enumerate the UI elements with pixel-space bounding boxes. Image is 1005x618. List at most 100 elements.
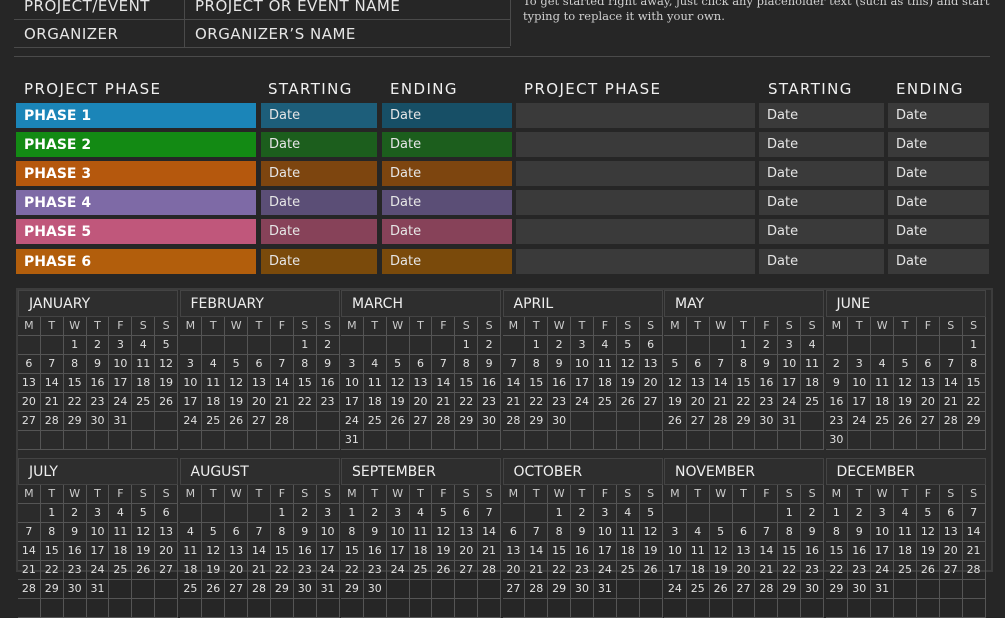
- calendar-day[interactable]: 21: [709, 393, 733, 412]
- calendar-day[interactable]: 12: [225, 374, 249, 393]
- calendar-day[interactable]: 9: [316, 355, 340, 374]
- calendar-day[interactable]: 14: [432, 374, 456, 393]
- calendar-day[interactable]: 29: [525, 412, 549, 431]
- calendar-day[interactable]: 5: [225, 355, 249, 374]
- calendar-day[interactable]: 8: [548, 523, 572, 542]
- calendar-day[interactable]: 20: [686, 393, 710, 412]
- calendar-day[interactable]: 26: [155, 393, 178, 412]
- phase-end-date-right[interactable]: Date: [888, 132, 989, 157]
- calendar-day[interactable]: 20: [455, 542, 479, 561]
- calendar-day[interactable]: 2: [86, 336, 110, 355]
- calendar-day[interactable]: 25: [202, 412, 226, 431]
- calendar-day[interactable]: 30: [86, 412, 110, 431]
- calendar-day[interactable]: 6: [248, 355, 271, 374]
- calendar-day[interactable]: 12: [202, 542, 226, 561]
- calendar-day[interactable]: 13: [686, 374, 710, 393]
- calendar-day[interactable]: 16: [825, 393, 849, 412]
- calendar-day[interactable]: 8: [962, 355, 986, 374]
- phase-start-date[interactable]: Date: [261, 249, 377, 274]
- calendar-day[interactable]: 30: [478, 412, 501, 431]
- calendar-day[interactable]: 21: [525, 561, 549, 580]
- calendar-day[interactable]: 6: [916, 355, 940, 374]
- calendar-day[interactable]: 22: [341, 561, 364, 580]
- calendar-day[interactable]: 15: [341, 542, 364, 561]
- calendar-day[interactable]: 11: [616, 523, 640, 542]
- calendar-day[interactable]: 15: [548, 542, 572, 561]
- phase-start-date-right[interactable]: Date: [759, 219, 884, 244]
- calendar-day[interactable]: 27: [225, 580, 249, 599]
- calendar-day[interactable]: 25: [686, 580, 710, 599]
- calendar-day[interactable]: 8: [341, 523, 364, 542]
- calendar-day[interactable]: 20: [409, 393, 433, 412]
- calendar-day[interactable]: 17: [179, 393, 203, 412]
- calendar-day[interactable]: 1: [341, 504, 364, 523]
- calendar-day[interactable]: 17: [593, 542, 617, 561]
- calendar-day[interactable]: 28: [270, 412, 294, 431]
- calendar-day[interactable]: 11: [894, 523, 917, 542]
- calendar-day[interactable]: 24: [778, 393, 802, 412]
- calendar-day[interactable]: 12: [664, 374, 687, 393]
- calendar-day[interactable]: 16: [316, 374, 340, 393]
- calendar-day[interactable]: 16: [478, 374, 501, 393]
- calendar-day[interactable]: 12: [386, 374, 410, 393]
- calendar-day[interactable]: 4: [593, 336, 617, 355]
- calendar-day[interactable]: 13: [455, 523, 479, 542]
- calendar-day[interactable]: 18: [363, 393, 387, 412]
- calendar-day[interactable]: 8: [270, 523, 294, 542]
- calendar-day[interactable]: 26: [709, 580, 733, 599]
- calendar-day[interactable]: 30: [63, 580, 87, 599]
- calendar-day[interactable]: 3: [571, 336, 594, 355]
- calendar-day[interactable]: 24: [571, 393, 594, 412]
- phase-end-date-right[interactable]: Date: [888, 249, 989, 274]
- calendar-day[interactable]: 20: [939, 542, 963, 561]
- calendar-day[interactable]: 29: [40, 580, 64, 599]
- phase-end-date[interactable]: Date: [382, 132, 512, 157]
- calendar-day[interactable]: 1: [293, 336, 317, 355]
- calendar-day[interactable]: 7: [755, 523, 779, 542]
- calendar-day[interactable]: 20: [502, 561, 526, 580]
- calendar-day[interactable]: 11: [132, 355, 156, 374]
- calendar-day[interactable]: 22: [778, 561, 802, 580]
- calendar-day[interactable]: 14: [478, 523, 501, 542]
- calendar-day[interactable]: 24: [386, 561, 410, 580]
- calendar-day[interactable]: 21: [502, 393, 526, 412]
- calendar-day[interactable]: 19: [225, 393, 249, 412]
- calendar-day[interactable]: 8: [825, 523, 849, 542]
- calendar-day[interactable]: 16: [63, 542, 87, 561]
- calendar-day[interactable]: 23: [316, 393, 340, 412]
- calendar-day[interactable]: 27: [732, 580, 756, 599]
- calendar-day[interactable]: 2: [363, 504, 387, 523]
- calendar-day[interactable]: 4: [616, 504, 640, 523]
- calendar-day[interactable]: 14: [962, 523, 986, 542]
- calendar-day[interactable]: 26: [132, 561, 156, 580]
- calendar-day[interactable]: 5: [894, 355, 917, 374]
- calendar-day[interactable]: 1: [525, 336, 549, 355]
- phase-start-date-right[interactable]: Date: [759, 249, 884, 274]
- calendar-day[interactable]: 10: [848, 374, 872, 393]
- project-event-value[interactable]: PROJECT OR EVENT NAME: [185, 0, 400, 15]
- phase-end-date-right[interactable]: Date: [888, 161, 989, 186]
- calendar-day[interactable]: 1: [732, 336, 756, 355]
- calendar-day[interactable]: 21: [40, 393, 64, 412]
- calendar-day[interactable]: 15: [825, 542, 849, 561]
- calendar-day[interactable]: 27: [409, 412, 433, 431]
- calendar-day[interactable]: 2: [801, 504, 824, 523]
- calendar-day[interactable]: 30: [848, 580, 872, 599]
- calendar-day[interactable]: 4: [363, 355, 387, 374]
- calendar-day[interactable]: 27: [18, 412, 41, 431]
- calendar-day[interactable]: 18: [132, 374, 156, 393]
- calendar-day[interactable]: 2: [316, 336, 340, 355]
- calendar-day[interactable]: 18: [109, 542, 133, 561]
- calendar-day[interactable]: 5: [709, 523, 733, 542]
- calendar-day[interactable]: 17: [341, 393, 364, 412]
- calendar-day[interactable]: 15: [525, 374, 549, 393]
- calendar-day[interactable]: 31: [871, 580, 895, 599]
- calendar-day[interactable]: 23: [548, 393, 572, 412]
- calendar-day[interactable]: 26: [616, 393, 640, 412]
- phase-end-date-right[interactable]: Date: [888, 103, 989, 128]
- calendar-day[interactable]: 7: [502, 355, 526, 374]
- calendar-day[interactable]: 17: [778, 374, 802, 393]
- calendar-day[interactable]: 28: [432, 412, 456, 431]
- calendar-day[interactable]: 7: [432, 355, 456, 374]
- calendar-day[interactable]: 18: [871, 393, 895, 412]
